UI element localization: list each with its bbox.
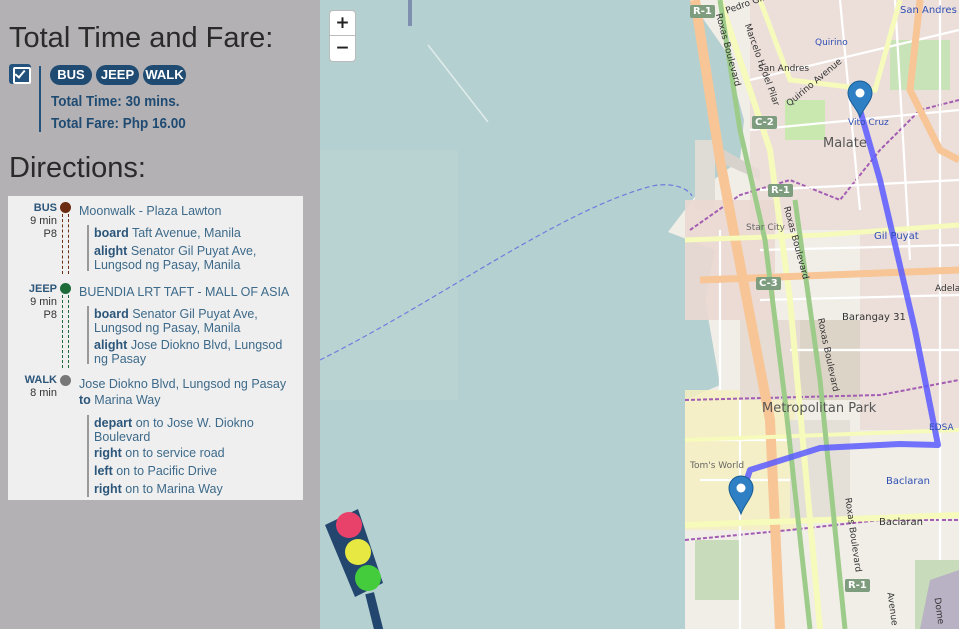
directions-list: BUS 9 min P8 Moonwalk - Plaza Lawton boa…: [8, 196, 303, 500]
map-label: Baclaran: [879, 517, 923, 528]
road-shield: R-1: [690, 5, 715, 18]
map-label: San Andres: [900, 5, 957, 16]
jeep-route-line: [62, 295, 69, 368]
map-label: Baclaran: [886, 476, 930, 487]
mode-badge-bus: BUS: [50, 65, 92, 85]
mode-badge-walk: WALK: [143, 65, 186, 85]
road-shield: R-1: [845, 579, 870, 592]
leg-step: board Taft Avenue, Manila: [94, 226, 241, 240]
origin-marker-icon[interactable]: [847, 80, 873, 118]
directions-heading: Directions:: [9, 152, 146, 184]
leg-duration: 8 min: [30, 387, 57, 399]
leg-title: Moonwalk - Plaza Lawton: [79, 204, 222, 218]
map-label: Tom's World: [690, 461, 745, 471]
zoom-out-button[interactable]: −: [329, 36, 356, 62]
step-divider: [87, 225, 89, 271]
total-fare: Total Fare: Php 16.00: [51, 115, 186, 132]
leg-fare: P8: [43, 228, 57, 240]
leg-fare: P8: [43, 309, 57, 321]
leg-title: BUENDIA LRT TAFT - MALL OF ASIA: [79, 285, 290, 299]
zoom-in-button[interactable]: +: [329, 10, 356, 36]
leg-duration: 9 min: [30, 215, 57, 227]
leg-title: Jose Diokno Blvd, Lungsod ng Pasay to Mar…: [79, 377, 287, 407]
leg-step: board Senator Gil Puyat Ave, Lungsod ng …: [94, 307, 258, 335]
destination-marker-icon[interactable]: [728, 475, 754, 515]
map-label: Star City: [746, 223, 785, 233]
leg-step: depart on to Jose W. Diokno Boulevard: [94, 416, 254, 444]
step-divider: [87, 306, 89, 364]
mode-badge-jeep: JEEP: [96, 65, 139, 85]
map-label: Quirino: [815, 38, 848, 48]
bus-stop-dot-icon: [60, 202, 71, 213]
map-label: Gil Puyat: [874, 231, 919, 242]
total-time-fare-heading: Total Time and Fare:: [9, 22, 274, 54]
traffic-light-icon: [325, 509, 384, 629]
leg-mode: WALK: [24, 374, 57, 386]
jeep-stop-dot-icon: [60, 283, 71, 294]
step-divider: [87, 415, 89, 497]
leg-step: alight Senator Gil Puyat Ave, Lungsod ng…: [94, 244, 257, 272]
total-time: Total Time: 30 mins.: [51, 93, 180, 110]
map-label: Malate: [823, 136, 867, 151]
leg-step: alight Jose Diokno Blvd, Lungsod ng Pasa…: [94, 338, 283, 366]
road-shield: C-3: [756, 277, 781, 290]
directions-panel: Total Time and Fare: BUS JEEP WALK Total…: [0, 0, 320, 629]
road-shield: C-2: [752, 116, 777, 129]
map-label: Adela: [935, 284, 959, 294]
leg-mode: JEEP: [28, 283, 57, 295]
road-shield: R-1: [768, 184, 793, 197]
leg-step: right on to Marina Way: [94, 482, 223, 496]
walk-stop-dot-icon: [60, 375, 71, 386]
map-label: Metropolitan Park: [762, 401, 877, 416]
leg-mode: BUS: [33, 202, 57, 214]
checkbox-icon[interactable]: [9, 64, 31, 84]
map-label: Vito Cruz: [848, 118, 889, 128]
summary-divider: [39, 66, 41, 132]
leg-duration: 9 min: [30, 296, 57, 308]
map-label: Barangay 31: [842, 312, 906, 323]
leg-step: left on to Pacific Drive: [94, 464, 217, 478]
map-label: EDSA: [929, 423, 954, 433]
bus-route-line: [62, 214, 69, 274]
route-map[interactable]: + − San Andres Pedro Gil Quirino Quirino…: [320, 0, 959, 629]
leg-step: right on to service road: [94, 446, 225, 460]
